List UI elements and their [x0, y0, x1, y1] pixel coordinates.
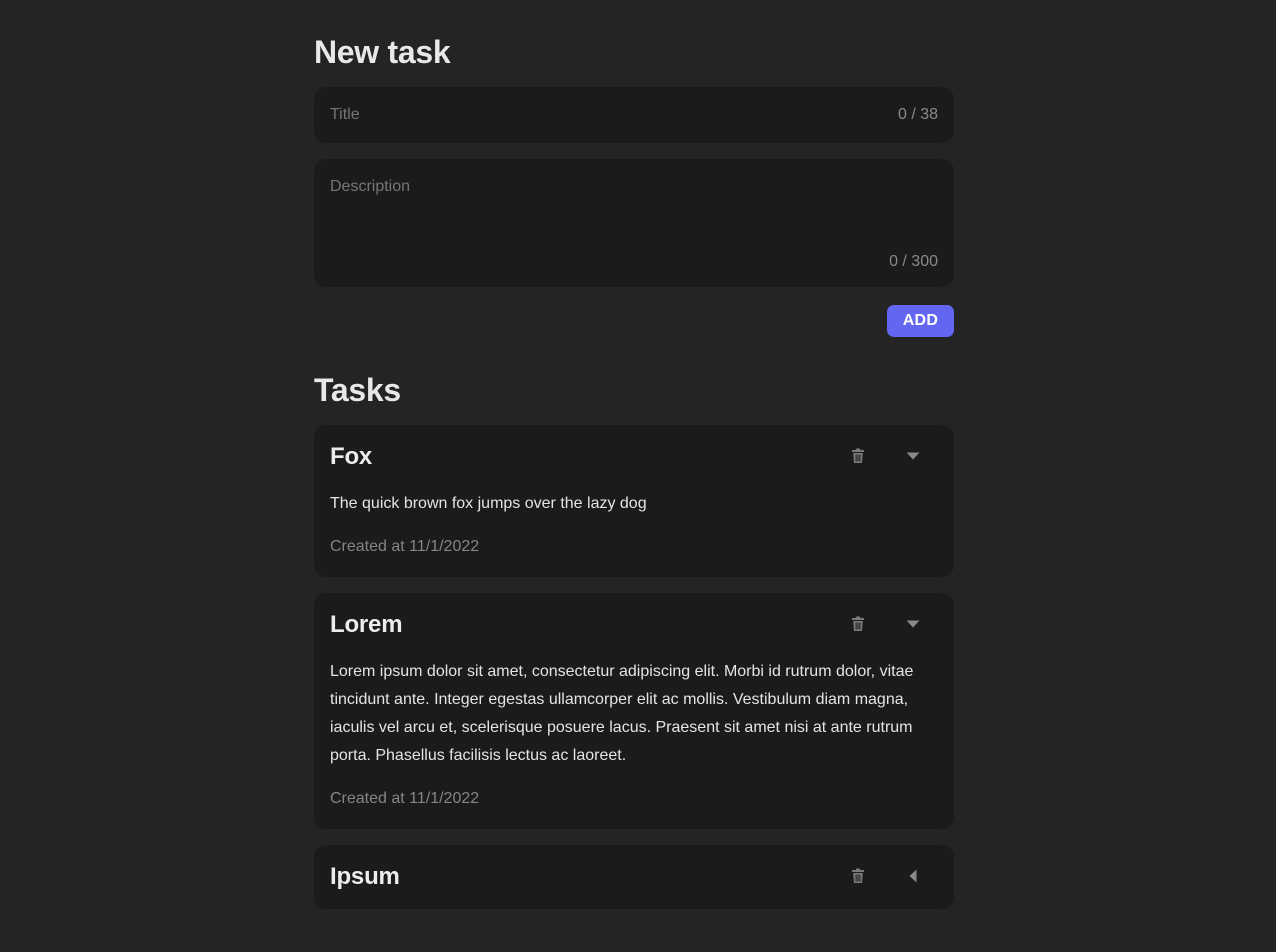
task-description: The quick brown fox jumps over the lazy …	[330, 495, 647, 512]
caret-left-icon[interactable]	[903, 866, 923, 886]
tasks-heading: Tasks	[314, 372, 401, 408]
task-title: Fox	[330, 443, 373, 470]
trash-icon[interactable]	[848, 614, 868, 634]
new-task-heading: New task	[314, 34, 451, 70]
task-description: Lorem ipsum dolor sit amet, consectetur …	[330, 663, 914, 764]
task-title: Ipsum	[330, 863, 400, 890]
trash-icon[interactable]	[848, 446, 868, 466]
title-placeholder: Title	[330, 106, 360, 123]
task-created-date: Created at 11/1/2022	[330, 790, 480, 807]
trash-icon[interactable]	[848, 866, 868, 886]
task-card-fox: Fox The quick brown fox jumps over the l…	[314, 425, 954, 577]
description-textarea[interactable]: Description 0 / 300	[314, 159, 954, 287]
task-card-lorem: Lorem Lorem ipsum dolor sit amet, consec…	[314, 593, 954, 829]
caret-down-icon[interactable]	[903, 614, 923, 634]
description-char-counter: 0 / 300	[889, 253, 938, 270]
description-placeholder: Description	[330, 178, 411, 195]
title-input[interactable]: Title 0 / 38	[314, 87, 954, 143]
add-button[interactable]: ADD	[887, 305, 954, 337]
task-title: Lorem	[330, 611, 403, 638]
task-created-date: Created at 11/1/2022	[330, 538, 480, 555]
caret-down-icon[interactable]	[903, 446, 923, 466]
task-card-ipsum: Ipsum	[314, 845, 954, 909]
title-char-counter: 0 / 38	[897, 106, 938, 123]
